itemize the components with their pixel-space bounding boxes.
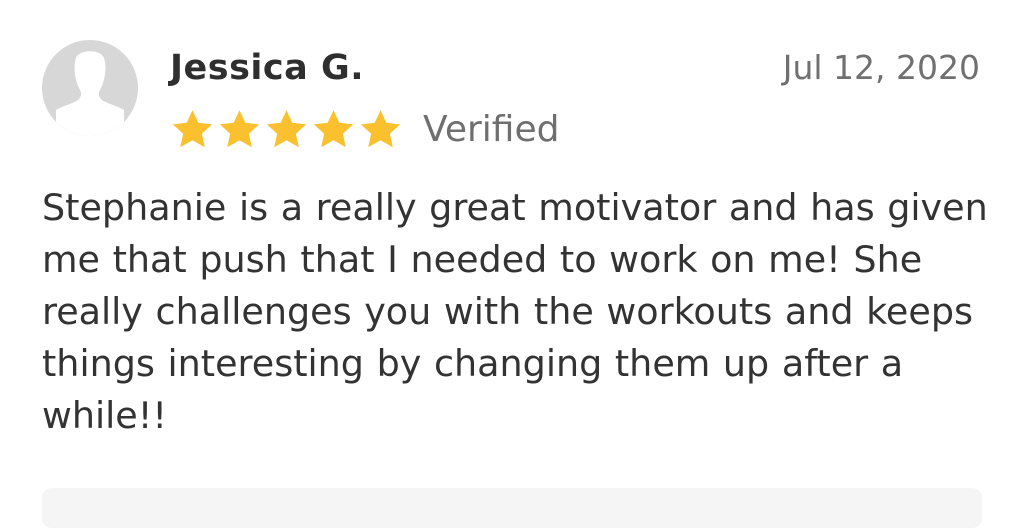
star-rating: [170, 108, 405, 150]
review-card: Jessica G. Jul 12, 2020 Verified Stephan…: [0, 0, 1024, 528]
user-silhouette-icon: [56, 51, 124, 136]
avatar: [42, 40, 138, 136]
star-icon: [219, 110, 260, 148]
rating-row: Verified: [170, 104, 559, 154]
star-icon: [172, 110, 213, 148]
review-text: Stephanie is a really great motivator an…: [42, 186, 988, 437]
reply-box: [42, 488, 982, 528]
reviewer-name: Jessica G.: [170, 48, 364, 88]
star-icon: [313, 110, 354, 148]
review-date: Jul 12, 2020: [782, 48, 980, 87]
star-icon: [266, 110, 307, 148]
star-icon: [360, 110, 401, 148]
verified-label: Verified: [423, 108, 560, 150]
